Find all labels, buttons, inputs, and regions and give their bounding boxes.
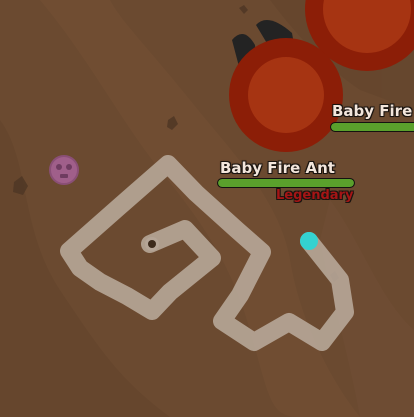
mob-2-name: Baby Fire Ant bbox=[332, 102, 414, 120]
mob-1-name: Baby Fire Ant bbox=[220, 159, 335, 177]
mob-1-rarity: Legendary bbox=[276, 188, 354, 203]
mob-2-healthbar bbox=[330, 122, 414, 132]
baby-fire-ant-1-core bbox=[248, 57, 324, 133]
skull-petal-icon[interactable] bbox=[49, 155, 79, 185]
player-marker-icon bbox=[300, 232, 318, 250]
mob-2-healthbar-fill bbox=[331, 123, 414, 131]
trail-start-hole bbox=[148, 240, 156, 248]
game-viewport[interactable]: Baby Fire Ant Baby Fire Ant Legendary bbox=[0, 0, 414, 417]
mob-1-healthbar-fill bbox=[218, 179, 354, 187]
mob-1-healthbar bbox=[217, 178, 355, 188]
game-world bbox=[0, 0, 414, 417]
